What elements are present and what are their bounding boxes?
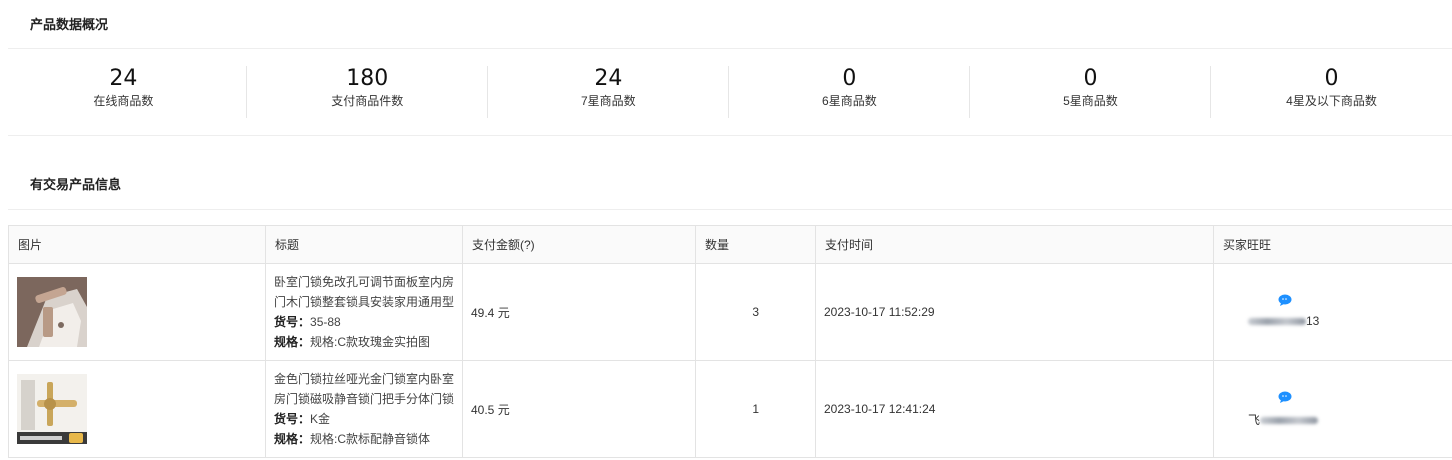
col-header-time: 支付时间	[816, 226, 1214, 264]
transactions-title: 有交易产品信息	[30, 174, 121, 193]
stat-value: 0	[729, 67, 970, 91]
col-header-title: 标题	[266, 226, 463, 264]
stat-value: 0	[1211, 67, 1452, 91]
stats-bar: 24 在线商品数 180 支付商品件数 24 7星商品数 0 6星商品数 0 5…	[0, 66, 1452, 118]
stat-4star-below: 0 4星及以下商品数	[1211, 66, 1452, 118]
spec-label: 规格：	[274, 432, 310, 446]
time-cell: 2023-10-17 12:41:24	[816, 361, 1214, 458]
stat-label: 5星商品数	[970, 93, 1211, 109]
title-cell: 卧室门锁免改孔可调节面板室内房门木门锁整套锁具安装家用通用型 货号：35-88 …	[266, 264, 463, 361]
sku-value: 35-88	[310, 315, 341, 329]
stat-value: 24	[488, 67, 729, 91]
col-header-image: 图片	[9, 226, 266, 264]
product-title[interactable]: 金色门锁拉丝哑光金门锁室内卧室房门锁磁吸静音锁门把手分体门锁	[274, 369, 458, 409]
quantity-cell: 3	[696, 264, 816, 361]
stat-value: 0	[970, 67, 1211, 91]
table-header-row: 图片 标题 支付金额(?) 数量 支付时间 买家旺旺	[9, 226, 1452, 264]
table-row: 卧室门锁免改孔可调节面板室内房门木门锁整套锁具安装家用通用型 货号：35-88 …	[9, 264, 1452, 361]
buyer-name-prefix: 飞	[1248, 413, 1260, 427]
col-header-quantity: 数量	[696, 226, 816, 264]
buyer-name-suffix: 13	[1306, 314, 1319, 328]
stat-value: 24	[0, 67, 247, 91]
title-cell: 金色门锁拉丝哑光金门锁室内卧室房门锁磁吸静音锁门把手分体门锁 货号：K金 规格：…	[266, 361, 463, 458]
product-spec: 规格：规格:C款标配静音锁体	[274, 429, 458, 449]
wangwang-chat-icon[interactable]	[1278, 294, 1292, 306]
overview-title: 产品数据概况	[30, 14, 108, 33]
masked-name	[1260, 417, 1318, 424]
stat-paid-items: 180 支付商品件数	[247, 66, 488, 118]
buyer-name[interactable]: 飞	[1248, 411, 1318, 428]
spec-value: 规格:C款玫瑰金实拍图	[310, 335, 430, 349]
time-cell: 2023-10-17 11:52:29	[816, 264, 1214, 361]
product-title[interactable]: 卧室门锁免改孔可调节面板室内房门木门锁整套锁具安装家用通用型	[274, 272, 458, 312]
stat-online-products: 24 在线商品数	[0, 66, 247, 118]
sku-label: 货号：	[274, 412, 310, 426]
divider	[8, 48, 1452, 49]
stat-5star: 0 5星商品数	[970, 66, 1211, 118]
buyer-name[interactable]: 13	[1248, 314, 1319, 328]
col-header-amount[interactable]: 支付金额(?)	[463, 226, 696, 264]
stat-label: 7星商品数	[488, 93, 729, 109]
spec-value: 规格:C款标配静音锁体	[310, 432, 430, 446]
stat-label: 在线商品数	[0, 93, 247, 109]
masked-name	[1248, 318, 1306, 325]
stat-6star: 0 6星商品数	[729, 66, 970, 118]
table-row: 金色门锁拉丝哑光金门锁室内卧室房门锁磁吸静音锁门把手分体门锁 货号：K金 规格：…	[9, 361, 1452, 458]
buyer-cell: 13	[1214, 264, 1452, 361]
buyer-cell: 飞	[1214, 361, 1452, 458]
product-thumbnail[interactable]	[17, 374, 87, 444]
image-cell	[9, 361, 266, 458]
sku-label: 货号：	[274, 315, 310, 329]
transactions-table: 图片 标题 支付金额(?) 数量 支付时间 买家旺旺	[8, 225, 1452, 458]
product-thumbnail[interactable]	[17, 277, 87, 347]
amount-cell: 49.4 元	[463, 264, 696, 361]
stat-value: 180	[247, 67, 488, 91]
stat-label: 4星及以下商品数	[1211, 93, 1452, 109]
divider	[8, 135, 1452, 136]
stat-label: 6星商品数	[729, 93, 970, 109]
sku-value: K金	[310, 412, 330, 426]
product-sku: 货号：35-88	[274, 312, 458, 332]
product-sku: 货号：K金	[274, 409, 458, 429]
amount-cell: 40.5 元	[463, 361, 696, 458]
wangwang-chat-icon[interactable]	[1278, 391, 1292, 403]
col-header-buyer: 买家旺旺	[1214, 226, 1452, 264]
stat-label: 支付商品件数	[247, 93, 488, 109]
image-cell	[9, 264, 266, 361]
quantity-cell: 1	[696, 361, 816, 458]
spec-label: 规格：	[274, 335, 310, 349]
product-spec: 规格：规格:C款玫瑰金实拍图	[274, 332, 458, 352]
stat-7star: 24 7星商品数	[488, 66, 729, 118]
divider	[8, 209, 1452, 210]
